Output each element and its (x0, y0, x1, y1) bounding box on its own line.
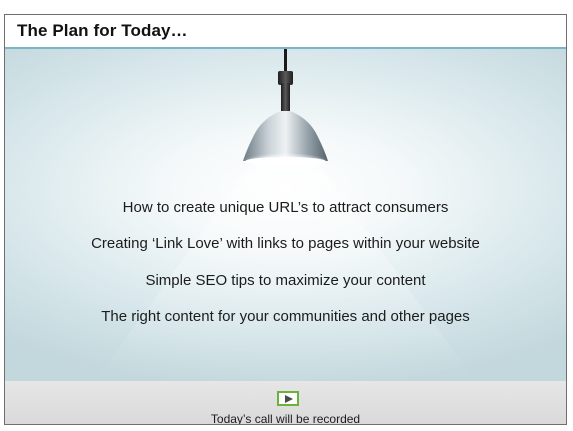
slide-stage: How to create unique URL’s to attract co… (5, 49, 566, 381)
lamp-cord (284, 49, 287, 73)
title-bar: The Plan for Today… (5, 15, 566, 49)
agenda-item-3: Simple SEO tips to maximize your content (145, 272, 426, 289)
slide: The Plan for Today… How to create unique… (4, 14, 567, 425)
agenda-item-2: Creating ‘Link Love’ with links to pages… (91, 235, 480, 252)
play-button[interactable] (277, 391, 299, 406)
light-beam (95, 159, 475, 381)
slide-title: The Plan for Today… (17, 21, 188, 40)
slide-footer: Today’s call will be recorded (5, 381, 566, 424)
play-icon (285, 395, 293, 403)
lamp-cap (278, 71, 293, 85)
recording-notice: Today’s call will be recorded (210, 412, 361, 425)
agenda-item-1: How to create unique URL’s to attract co… (122, 199, 449, 216)
agenda-item-4: The right content for your communities a… (101, 308, 470, 325)
